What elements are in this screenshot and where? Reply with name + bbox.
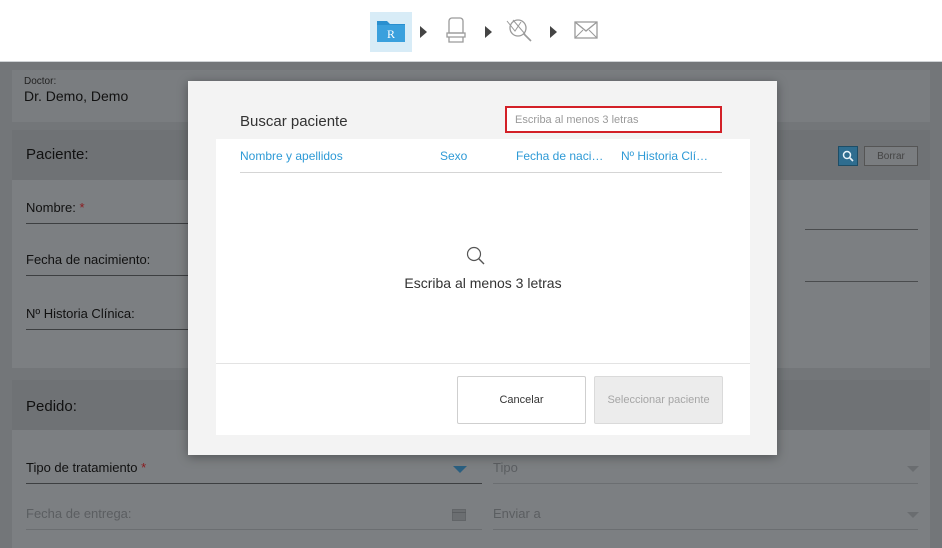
patient-clear-button[interactable]: Borrar (864, 146, 918, 166)
empty-results-message: Escriba al menos 3 letras (404, 275, 562, 291)
patient-chart-field[interactable]: Nº Historia Clínica: (26, 306, 196, 330)
svg-text:R: R (387, 27, 395, 41)
search-icon (465, 245, 487, 267)
patient-birthdate-field[interactable]: Fecha de nacimiento: (26, 252, 196, 276)
step-view[interactable] (500, 12, 542, 52)
birthdate-label: Fecha de nacimiento: (26, 252, 151, 267)
cancel-button[interactable]: Cancelar (457, 376, 586, 424)
send-to-label: Enviar a (493, 506, 541, 521)
type-label: Tipo (493, 460, 518, 475)
patient-gender-field[interactable] (805, 252, 918, 282)
step-arrow-icon (485, 26, 492, 38)
delivery-date-label: Fecha de entrega: (26, 506, 132, 521)
column-name[interactable]: Nombre y apellidos (240, 149, 343, 163)
patient-lastname-field[interactable] (805, 200, 918, 230)
search-icon (842, 150, 854, 162)
results-table-header: Nombre y apellidos Sexo Fecha de naci… N… (240, 149, 722, 173)
patient-title: Paciente: (26, 146, 89, 163)
rx-folder-icon: R (376, 17, 406, 48)
required-mark: * (141, 460, 147, 475)
dialog-title: Buscar paciente (240, 113, 348, 130)
patient-name-field[interactable]: Nombre: * (26, 200, 196, 224)
type-dropdown-icon[interactable] (907, 466, 919, 472)
scanner-icon (445, 16, 467, 49)
dialog-header: Buscar paciente (216, 105, 750, 139)
patient-search-input[interactable] (505, 106, 722, 133)
chart-number-label: Nº Historia Clínica: (26, 306, 135, 321)
calendar-icon[interactable] (452, 508, 466, 526)
column-birthdate[interactable]: Fecha de naci… (516, 149, 603, 163)
step-arrow-icon (550, 26, 557, 38)
step-arrow-icon (420, 26, 427, 38)
column-chart-number[interactable]: Nº Historia Clí… (621, 149, 708, 163)
envelope-icon (574, 20, 598, 44)
treatment-type-field[interactable]: Tipo de tratamiento * (26, 460, 482, 484)
required-mark: * (79, 200, 85, 215)
send-to-dropdown-icon[interactable] (907, 512, 919, 518)
step-scan[interactable] (435, 12, 477, 52)
magnify-model-icon (504, 17, 538, 48)
patient-search-button[interactable] (838, 146, 858, 166)
treatment-dropdown-icon[interactable] (453, 466, 467, 473)
column-gender[interactable]: Sexo (440, 149, 467, 163)
name-label: Nombre: (26, 200, 76, 215)
type-field[interactable]: Tipo (493, 460, 918, 484)
order-title: Pedido: (26, 398, 77, 415)
search-patient-panel: Buscar paciente Nombre y apellidos Sexo … (216, 105, 750, 435)
workflow-steps: R (370, 12, 607, 52)
send-to-field[interactable]: Enviar a (493, 506, 918, 530)
workflow-toolbar: R (0, 0, 942, 62)
delivery-date-field[interactable]: Fecha de entrega: (26, 506, 482, 530)
treatment-type-label: Tipo de tratamiento (26, 460, 138, 475)
search-patient-dialog: Buscar paciente Nombre y apellidos Sexo … (188, 81, 777, 455)
step-rx[interactable]: R (370, 12, 412, 52)
step-send[interactable] (565, 12, 607, 52)
dialog-footer: Cancelar Seleccionar paciente (216, 363, 750, 435)
select-patient-button[interactable]: Seleccionar paciente (594, 376, 723, 424)
